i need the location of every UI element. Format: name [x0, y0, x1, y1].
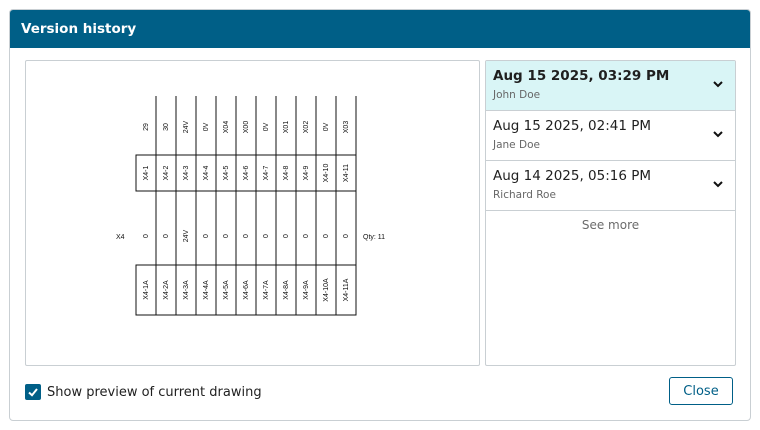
- top-wire-label: X01: [283, 121, 290, 134]
- terminal-label: X4-2: [163, 166, 170, 181]
- terminal-label: X4-7: [263, 166, 270, 181]
- bottom-terminal-label: X4-3A: [183, 280, 190, 300]
- terminal-label: X4-9: [303, 166, 310, 181]
- version-list: Aug 15 2025, 03:29 PM John Doe Aug 15 20…: [485, 60, 736, 366]
- version-date: Aug 15 2025, 03:29 PM: [493, 68, 670, 84]
- version-item[interactable]: Aug 15 2025, 02:41 PM Jane Doe: [486, 111, 735, 161]
- bottom-terminal-label: X4-1A: [143, 280, 150, 300]
- top-wire-label: 24V: [183, 120, 190, 133]
- mid-wire-label: 0: [143, 234, 150, 238]
- terminal-label: X4-5: [223, 166, 230, 181]
- terminal-label: X4-10: [323, 164, 330, 183]
- terminal-label: X4-6: [243, 166, 250, 181]
- strip-label: X4: [116, 234, 125, 241]
- qty-label: Qty: 11: [363, 234, 385, 241]
- version-author: Jane Doe: [493, 139, 540, 151]
- bottom-terminal-label: X4-9A: [303, 280, 310, 300]
- bottom-terminal-label: X4-4A: [203, 280, 210, 300]
- mid-wire-label: 0: [243, 234, 250, 238]
- top-wire-label: X00: [243, 121, 250, 134]
- bottom-terminal-label: X4-7A: [263, 280, 270, 300]
- terminal-label: X4-8: [283, 166, 290, 181]
- bottom-terminal-label: X4-10A: [323, 278, 330, 302]
- version-item[interactable]: Aug 14 2025, 05:16 PM Richard Roe: [486, 161, 735, 211]
- mid-wire-label: 0: [263, 234, 270, 238]
- chevron-down-icon[interactable]: [712, 178, 724, 190]
- bottom-terminal-label: X4-5A: [223, 280, 230, 300]
- show-preview-checkbox[interactable]: [25, 384, 41, 400]
- top-wire-label: X02: [303, 121, 310, 134]
- mid-wire-label: 24V: [183, 229, 190, 242]
- top-wire-label: 29: [143, 123, 150, 131]
- version-date: Aug 14 2025, 05:16 PM: [493, 168, 652, 184]
- mid-wire-label: 0: [343, 234, 350, 238]
- mid-wire-label: 0: [323, 234, 330, 238]
- dialog-title: Version history: [21, 21, 137, 37]
- see-more-link[interactable]: See more: [486, 218, 735, 232]
- show-preview-label[interactable]: Show preview of current drawing: [47, 385, 262, 400]
- mid-wire-label: 0: [163, 234, 170, 238]
- version-author: John Doe: [493, 89, 541, 101]
- bottom-terminal-label: X4-11A: [343, 278, 350, 301]
- top-wire-label: 0V: [323, 122, 330, 131]
- chevron-down-icon[interactable]: [712, 128, 724, 140]
- bottom-terminal-label: X4-2A: [163, 280, 170, 300]
- drawing-preview: 29 X4-1 0 X4-1A 30 X4-2 0 X4-2A 24V X4-3 24V X4-3A 0…: [25, 60, 480, 366]
- mid-wire-label: 0: [203, 234, 210, 238]
- version-author: Richard Roe: [493, 189, 556, 201]
- terminal-label: X4-3: [183, 166, 190, 181]
- checkmark-icon: [28, 388, 38, 397]
- top-wire-label: X03: [343, 121, 350, 134]
- close-button[interactable]: Close: [669, 377, 733, 405]
- mid-wire-label: 0: [223, 234, 230, 238]
- chevron-down-icon[interactable]: [712, 78, 724, 90]
- bottom-terminal-label: X4-6A: [243, 280, 250, 300]
- mid-wire-label: 0: [283, 234, 290, 238]
- top-wire-label: 30: [163, 123, 170, 131]
- version-item[interactable]: Aug 15 2025, 03:29 PM John Doe: [486, 61, 735, 111]
- top-wire-label: 0V: [203, 122, 210, 131]
- bottom-terminal-label: X4-8A: [283, 280, 290, 300]
- top-wire-label: 0V: [263, 122, 270, 131]
- terminal-label: X4-4: [203, 166, 210, 181]
- mid-wire-label: 0: [303, 234, 310, 238]
- terminal-strip-drawing: 29X4-10X4-1A30X4-20X4-2A24VX4-324VX4-3A0…: [116, 96, 385, 316]
- version-history-dialog: Version history 29 X4-1 0 X4-1A 30 X4-2 0 X4-2A…: [9, 9, 751, 421]
- terminal-label: X4-11: [343, 164, 350, 182]
- dialog-header: Version history: [10, 10, 750, 48]
- terminal-label: X4-1: [143, 166, 150, 181]
- version-date: Aug 15 2025, 02:41 PM: [493, 118, 652, 134]
- top-wire-label: X04: [223, 121, 230, 134]
